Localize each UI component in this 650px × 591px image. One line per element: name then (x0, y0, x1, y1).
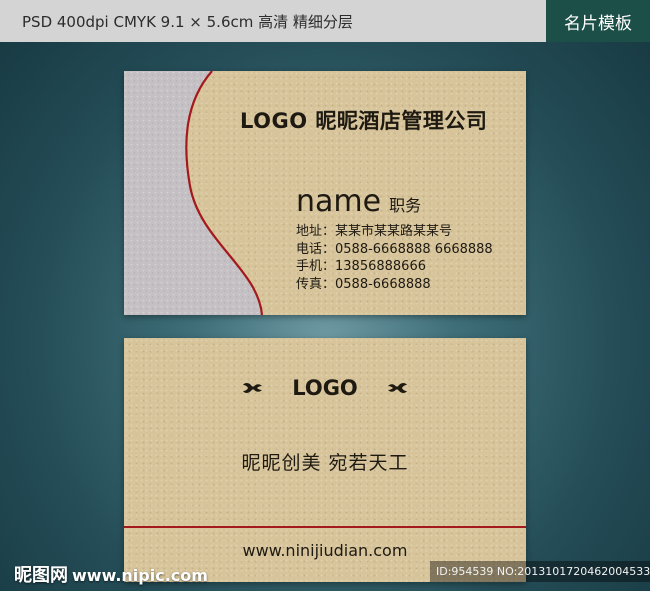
spec-text: PSD 400dpi CMYK 9.1 × 5.6cm 高清 精细分层 (22, 13, 353, 31)
red-divider-line (124, 526, 526, 528)
website-text: www.ninijiudian.com (242, 541, 408, 560)
person-block: name 职务 (296, 184, 421, 219)
left-ornament-icon (243, 383, 263, 393)
nipic-watermark: 昵图网 www.nipic.com (14, 561, 208, 587)
back-logo-text: LOGO (292, 376, 358, 400)
address-line: 地址：某某市某某路某某号 (296, 224, 453, 239)
watermark-site-name: 昵图网 (14, 565, 68, 586)
contact-info: 地址：某某市某某路某某号 电话：0588-6668888 6668888 手机：… (296, 223, 493, 293)
template-tag: 名片模板 (546, 0, 650, 42)
mobile-line: 手机：13856888666 (296, 259, 426, 274)
person-title: 职务 (389, 196, 422, 215)
top-info-bar: PSD 400dpi CMYK 9.1 × 5.6cm 高清 精细分层 名片模板 (0, 0, 650, 42)
right-ornament-icon (387, 383, 407, 393)
phone-line: 电话：0588-6668888 6668888 (296, 241, 493, 257)
watermark-site-url: www.nipic.com (72, 566, 208, 585)
company-name: LOGO 昵昵酒店管理公司 (240, 109, 488, 133)
image-id-watermark: ID:954539 NO:20131017204620045333 (430, 561, 650, 582)
back-logo-row: LOGO (124, 376, 526, 400)
person-name: name (296, 184, 382, 219)
card-front: LOGO 昵昵酒店管理公司 name 职务 地址：某某市某某路某某号 电话：058… (124, 71, 526, 315)
slogan: 昵昵创美 宛若天工 (241, 452, 409, 474)
fax-line: 传真：0588-6668888 (296, 276, 431, 292)
card-back: LOGO 昵昵创美 宛若天工 www.ninijiudian.com (124, 338, 526, 582)
